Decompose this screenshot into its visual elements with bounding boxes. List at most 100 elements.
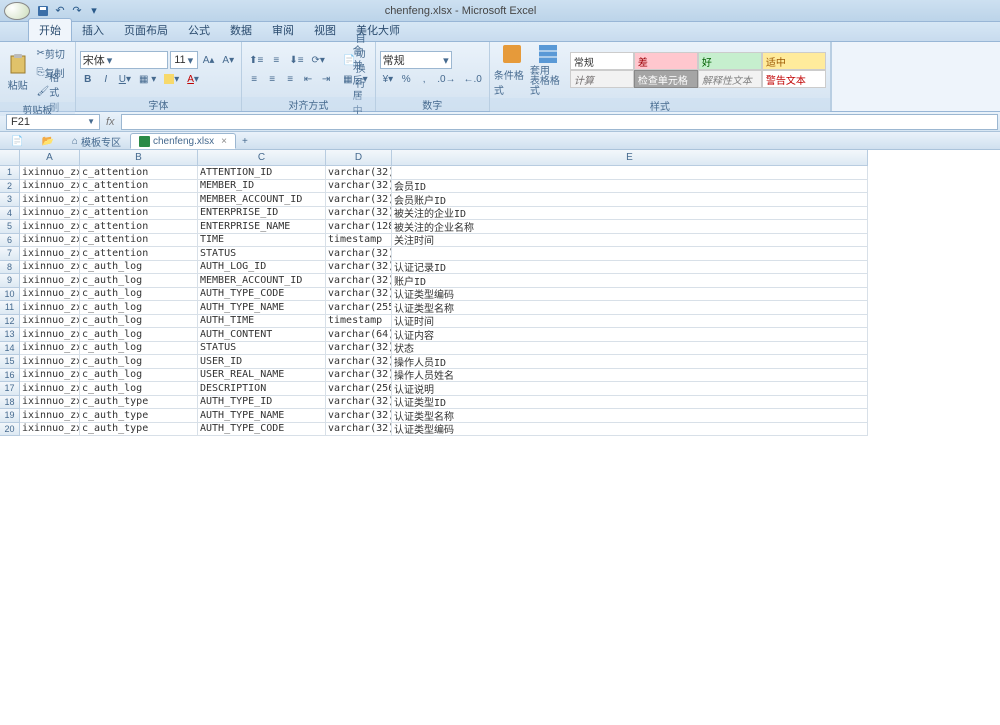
decrease-font-icon[interactable]: A▾ bbox=[219, 52, 237, 68]
cell[interactable]: ixinnuo_zxpt bbox=[20, 261, 80, 275]
cell[interactable]: 状态 bbox=[392, 342, 868, 356]
cell[interactable]: c_auth_log bbox=[80, 355, 198, 369]
cell[interactable]: varchar(32) bbox=[326, 396, 392, 410]
percent-icon[interactable]: % bbox=[398, 71, 414, 87]
name-box[interactable]: F21▼ bbox=[6, 114, 100, 130]
cell[interactable]: AUTH_CONTENT bbox=[198, 328, 326, 342]
cell[interactable]: varchar(32) bbox=[326, 423, 392, 437]
cell[interactable]: AUTH_TYPE_ID bbox=[198, 396, 326, 410]
row-header[interactable]: 20 bbox=[0, 423, 20, 437]
cell[interactable] bbox=[392, 166, 868, 180]
fx-icon[interactable]: fx bbox=[106, 116, 115, 128]
row-header[interactable]: 1 bbox=[0, 166, 20, 180]
cell[interactable]: varchar(32) bbox=[326, 409, 392, 423]
row-header[interactable]: 12 bbox=[0, 315, 20, 329]
cell[interactable]: varchar(32) bbox=[326, 207, 392, 221]
cell[interactable]: MEMBER_ID bbox=[198, 180, 326, 194]
col-E[interactable]: E bbox=[392, 150, 868, 166]
row-header[interactable]: 15 bbox=[0, 355, 20, 369]
cell[interactable]: AUTH_LOG_ID bbox=[198, 261, 326, 275]
cell[interactable]: ENTERPRISE_NAME bbox=[198, 220, 326, 234]
cell[interactable]: 认证类型名称 bbox=[392, 409, 868, 423]
tab-formulas[interactable]: 公式 bbox=[178, 19, 220, 41]
cell[interactable]: ixinnuo_zxpt bbox=[20, 369, 80, 383]
row-header[interactable]: 17 bbox=[0, 382, 20, 396]
indent-decrease-icon[interactable]: ⇤ bbox=[300, 71, 316, 87]
cell[interactable]: ixinnuo_zxpt bbox=[20, 166, 80, 180]
cell[interactable]: varchar(32) bbox=[326, 355, 392, 369]
cell[interactable]: c_auth_type bbox=[80, 423, 198, 437]
cell[interactable]: c_auth_log bbox=[80, 274, 198, 288]
tab-templates[interactable]: ⌂模板专区 bbox=[63, 133, 130, 149]
decrease-decimal-icon[interactable]: ←.0 bbox=[461, 71, 485, 87]
cell[interactable]: c_auth_type bbox=[80, 409, 198, 423]
cell[interactable]: 操作人员ID bbox=[392, 355, 868, 369]
save-icon[interactable] bbox=[36, 4, 50, 18]
cell[interactable]: c_auth_log bbox=[80, 261, 198, 275]
align-left-icon[interactable]: ≡ bbox=[246, 71, 262, 87]
row-header[interactable]: 16 bbox=[0, 369, 20, 383]
close-tab-icon[interactable]: × bbox=[221, 136, 227, 147]
cell[interactable]: ixinnuo_zxpt bbox=[20, 193, 80, 207]
cell[interactable]: AUTH_TYPE_NAME bbox=[198, 301, 326, 315]
cell[interactable]: USER_REAL_NAME bbox=[198, 369, 326, 383]
cell[interactable]: 账户ID bbox=[392, 274, 868, 288]
row-header[interactable]: 19 bbox=[0, 409, 20, 423]
cell[interactable]: USER_ID bbox=[198, 355, 326, 369]
cell[interactable]: varchar(32) bbox=[326, 180, 392, 194]
border-button[interactable]: ▦ ▾ bbox=[136, 71, 159, 87]
cell[interactable]: ixinnuo_zxpt bbox=[20, 234, 80, 248]
cell[interactable]: varchar(32) bbox=[326, 166, 392, 180]
tab-review[interactable]: 审阅 bbox=[262, 19, 304, 41]
italic-button[interactable]: I bbox=[98, 71, 114, 87]
cell[interactable]: c_auth_log bbox=[80, 301, 198, 315]
cell[interactable]: timestamp bbox=[326, 315, 392, 329]
cell[interactable]: 认证时间 bbox=[392, 315, 868, 329]
cell[interactable]: AUTH_TIME bbox=[198, 315, 326, 329]
currency-icon[interactable]: ¥▾ bbox=[380, 71, 397, 87]
cell[interactable]: ixinnuo_zxpt bbox=[20, 315, 80, 329]
row-header[interactable]: 10 bbox=[0, 288, 20, 302]
cell[interactable]: AUTH_TYPE_CODE bbox=[198, 288, 326, 302]
cell[interactable]: c_attention bbox=[80, 193, 198, 207]
font-color-button[interactable]: A ▾ bbox=[184, 71, 202, 87]
row-header[interactable]: 11 bbox=[0, 301, 20, 315]
style-calc[interactable]: 计算 bbox=[570, 70, 634, 88]
cell[interactable]: varchar(32) bbox=[326, 342, 392, 356]
cell[interactable]: AUTH_TYPE_NAME bbox=[198, 409, 326, 423]
cell[interactable]: ixinnuo_zxpt bbox=[20, 301, 80, 315]
cell[interactable]: varchar(32) bbox=[326, 261, 392, 275]
cell[interactable]: varchar(32) bbox=[326, 247, 392, 261]
cell[interactable]: ixinnuo_zxpt bbox=[20, 207, 80, 221]
format-painter-button[interactable]: 🖌 格式刷 bbox=[34, 83, 71, 99]
font-size-combo[interactable]: 11▾ bbox=[170, 51, 198, 69]
bold-button[interactable]: B bbox=[80, 71, 96, 87]
cell[interactable]: c_attention bbox=[80, 180, 198, 194]
cell[interactable]: ixinnuo_zxpt bbox=[20, 409, 80, 423]
cell[interactable]: 被关注的企业ID bbox=[392, 207, 868, 221]
cell[interactable]: ixinnuo_zxpt bbox=[20, 247, 80, 261]
cell[interactable] bbox=[392, 247, 868, 261]
cell[interactable]: AUTH_TYPE_CODE bbox=[198, 423, 326, 437]
cell[interactable]: ENTERPRISE_ID bbox=[198, 207, 326, 221]
cell[interactable]: ixinnuo_zxpt bbox=[20, 220, 80, 234]
cell[interactable]: 认证说明 bbox=[392, 382, 868, 396]
tab-add-new[interactable]: + bbox=[236, 133, 254, 149]
cell[interactable]: DESCRIPTION bbox=[198, 382, 326, 396]
indent-increase-icon[interactable]: ⇥ bbox=[318, 71, 334, 87]
cell[interactable]: 认证类型编码 bbox=[392, 288, 868, 302]
cell[interactable]: c_auth_log bbox=[80, 288, 198, 302]
tab-insert[interactable]: 插入 bbox=[72, 19, 114, 41]
tab-home[interactable]: 开始 bbox=[28, 18, 72, 41]
cell[interactable]: 操作人员姓名 bbox=[392, 369, 868, 383]
col-A[interactable]: A bbox=[20, 150, 80, 166]
align-right-icon[interactable]: ≡ bbox=[282, 71, 298, 87]
cell[interactable]: MEMBER_ACCOUNT_ID bbox=[198, 274, 326, 288]
undo-icon[interactable]: ↶ bbox=[53, 4, 67, 18]
tab-open-file-icon[interactable]: 📂 bbox=[32, 133, 62, 149]
row-header[interactable]: 6 bbox=[0, 234, 20, 248]
merge-center-button[interactable]: ▦ 合并后居中 ▾ bbox=[340, 71, 370, 87]
cell[interactable]: c_auth_log bbox=[80, 382, 198, 396]
cell[interactable]: c_auth_log bbox=[80, 369, 198, 383]
cell[interactable]: STATUS bbox=[198, 342, 326, 356]
